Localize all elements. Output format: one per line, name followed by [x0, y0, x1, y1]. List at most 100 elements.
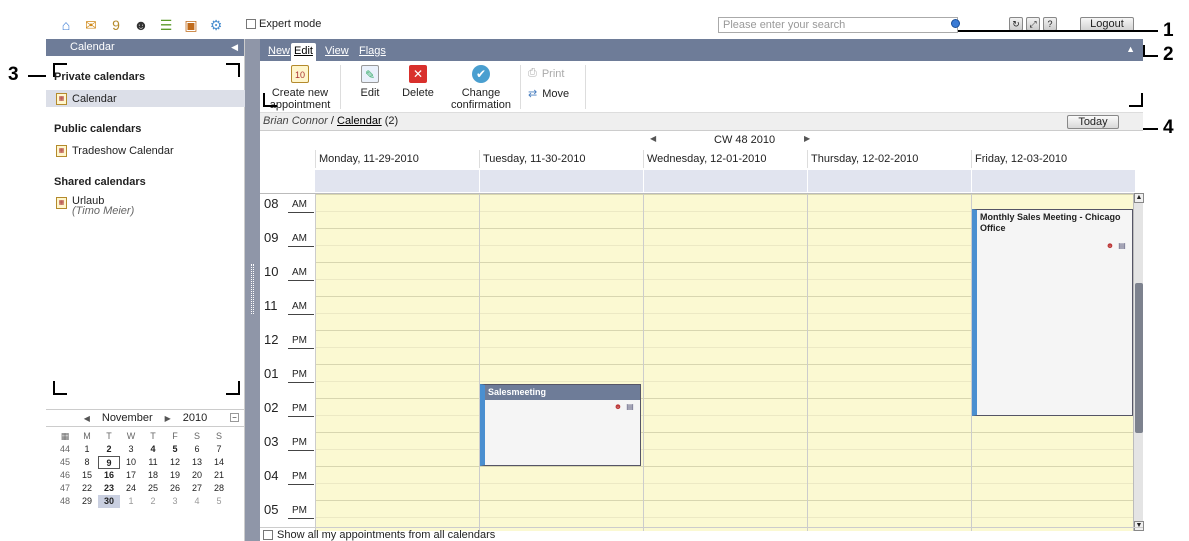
- mini-calendar-day[interactable]: 9: [98, 456, 120, 469]
- calendar-item-tradeshow[interactable]: ▦ Tradeshow Calendar: [46, 142, 245, 159]
- tab-new[interactable]: New: [265, 43, 293, 61]
- mini-calendar-day[interactable]: 29: [76, 495, 98, 508]
- mini-calendar-day[interactable]: 10: [120, 456, 142, 469]
- calendar-item-private[interactable]: ▦ Calendar: [46, 90, 245, 107]
- day-header[interactable]: Thursday, 12-02-2010: [807, 150, 971, 168]
- mini-calendar-day[interactable]: 16: [98, 469, 120, 482]
- mini-calendar-day[interactable]: 30: [98, 495, 120, 508]
- next-week-icon[interactable]: ▶: [804, 134, 810, 143]
- home-icon[interactable]: ⌂: [56, 15, 76, 35]
- mini-calendar-day[interactable]: 22: [76, 482, 98, 495]
- mini-calendar-day[interactable]: 18: [142, 469, 164, 482]
- collapse-toolbar-icon[interactable]: ▲: [1126, 44, 1135, 54]
- expert-mode-checkbox[interactable]: [246, 19, 256, 29]
- appointment[interactable]: Salesmeeting ☻ ▤: [480, 384, 641, 466]
- week-number[interactable]: 44: [54, 443, 76, 456]
- mini-calendar-day[interactable]: 6: [186, 443, 208, 456]
- day-column[interactable]: [315, 194, 479, 531]
- mini-calendar-day[interactable]: 5: [208, 495, 230, 508]
- scroll-up-icon[interactable]: ▲: [1134, 193, 1144, 203]
- mini-calendar-day[interactable]: 1: [120, 495, 142, 508]
- mini-calendar-day[interactable]: 26: [164, 482, 186, 495]
- week-number-icon[interactable]: ▦: [54, 430, 76, 443]
- prev-month-icon[interactable]: ◀: [84, 414, 90, 423]
- mini-calendar-day[interactable]: 25: [142, 482, 164, 495]
- collapse-mini-calendar-icon[interactable]: −: [230, 413, 239, 422]
- search-input[interactable]: Please enter your search: [718, 17, 958, 33]
- tab-view[interactable]: View: [322, 43, 352, 61]
- mini-calendar-day[interactable]: 5: [164, 443, 186, 456]
- mini-calendar-day[interactable]: 13: [186, 456, 208, 469]
- mini-calendar-year[interactable]: 2010: [183, 412, 207, 424]
- day-header[interactable]: Tuesday, 11-30-2010: [479, 150, 643, 168]
- tab-edit[interactable]: Edit: [291, 43, 316, 61]
- move-button[interactable]: ⇄ Move: [528, 87, 569, 101]
- grid-line: [316, 500, 479, 501]
- prev-week-icon[interactable]: ◀: [650, 134, 656, 143]
- mini-calendar-day[interactable]: 23: [98, 482, 120, 495]
- mini-calendar-month[interactable]: November: [102, 412, 153, 424]
- mini-calendar-day[interactable]: 3: [120, 443, 142, 456]
- day-column[interactable]: [479, 194, 643, 531]
- show-all-checkbox[interactable]: [263, 529, 273, 540]
- day-column[interactable]: [807, 194, 971, 531]
- calendar-item-urlaub[interactable]: ▦ Urlaub (Timo Meier): [46, 196, 245, 222]
- mini-calendar-day[interactable]: 21: [208, 469, 230, 482]
- week-number[interactable]: 47: [54, 482, 76, 495]
- grid-line: [644, 381, 807, 382]
- mini-calendar-day[interactable]: 1: [76, 443, 98, 456]
- mini-calendar-day[interactable]: 14: [208, 456, 230, 469]
- mail-icon[interactable]: ✉: [81, 15, 101, 35]
- next-month-icon[interactable]: ▶: [165, 414, 171, 423]
- mini-calendar-day[interactable]: 19: [164, 469, 186, 482]
- contacts-icon[interactable]: ☻: [131, 15, 151, 35]
- today-button[interactable]: Today: [1067, 115, 1119, 129]
- delete-button[interactable]: ✕ Delete: [398, 65, 438, 99]
- vertical-scrollbar[interactable]: ▲ ▼: [1133, 193, 1144, 531]
- mini-calendar-day[interactable]: 4: [142, 443, 164, 456]
- edit-button[interactable]: ✎ Edit: [355, 65, 385, 99]
- mini-calendar-day[interactable]: 24: [120, 482, 142, 495]
- splitter-grip[interactable]: [251, 264, 254, 314]
- appointment[interactable]: Monthly Sales Meeting - Chicago Office ☻ ▤: [972, 209, 1133, 416]
- mini-calendar-day[interactable]: 8: [76, 456, 98, 469]
- day-column[interactable]: [643, 194, 807, 531]
- expert-mode-toggle[interactable]: Expert mode: [246, 18, 321, 30]
- mini-calendar-day[interactable]: 2: [98, 443, 120, 456]
- mini-calendar-day[interactable]: 7: [208, 443, 230, 456]
- mini-calendar-day[interactable]: 17: [120, 469, 142, 482]
- day-header[interactable]: Wednesday, 12-01-2010: [643, 150, 807, 168]
- mini-calendar-day[interactable]: 2: [142, 495, 164, 508]
- day-header[interactable]: Monday, 11-29-2010: [315, 150, 479, 168]
- print-button[interactable]: ⎙ Print: [528, 67, 564, 80]
- change-confirmation-button[interactable]: ✔ Change confirmation: [448, 65, 514, 111]
- refresh-icon[interactable]: ↻: [1009, 17, 1023, 31]
- week-number[interactable]: 48: [54, 495, 76, 508]
- mini-calendar-day[interactable]: 20: [186, 469, 208, 482]
- breadcrumb-user[interactable]: Brian Connor: [263, 115, 328, 127]
- infostore-icon[interactable]: ▣: [181, 15, 201, 35]
- calendar-icon[interactable]: 9: [106, 15, 126, 35]
- all-day-row[interactable]: [315, 170, 1135, 192]
- scroll-thumb[interactable]: [1135, 283, 1143, 433]
- mini-calendar-day[interactable]: 3: [164, 495, 186, 508]
- panel-splitter[interactable]: [245, 39, 260, 541]
- mini-calendar-day[interactable]: 4: [186, 495, 208, 508]
- mini-calendar-day[interactable]: 27: [186, 482, 208, 495]
- mini-calendar-day[interactable]: 12: [164, 456, 186, 469]
- search-icon[interactable]: [951, 19, 960, 28]
- breadcrumb-folder[interactable]: Calendar: [337, 115, 382, 127]
- mini-calendar-day[interactable]: 11: [142, 456, 164, 469]
- week-number[interactable]: 45: [54, 456, 76, 469]
- week-number[interactable]: 46: [54, 469, 76, 482]
- mini-calendar-day[interactable]: 28: [208, 482, 230, 495]
- tasks-icon[interactable]: ☰: [156, 15, 176, 35]
- tab-flags[interactable]: Flags: [356, 43, 389, 61]
- settings-icon[interactable]: ⚙: [206, 15, 226, 35]
- collapse-left-icon[interactable]: ◀: [231, 39, 238, 56]
- help-icon[interactable]: ?: [1043, 17, 1057, 31]
- day-header[interactable]: Friday, 12-03-2010: [971, 150, 1135, 168]
- grid-line: [480, 466, 643, 467]
- maximize-icon[interactable]: ⤢: [1026, 17, 1040, 31]
- mini-calendar-day[interactable]: 15: [76, 469, 98, 482]
